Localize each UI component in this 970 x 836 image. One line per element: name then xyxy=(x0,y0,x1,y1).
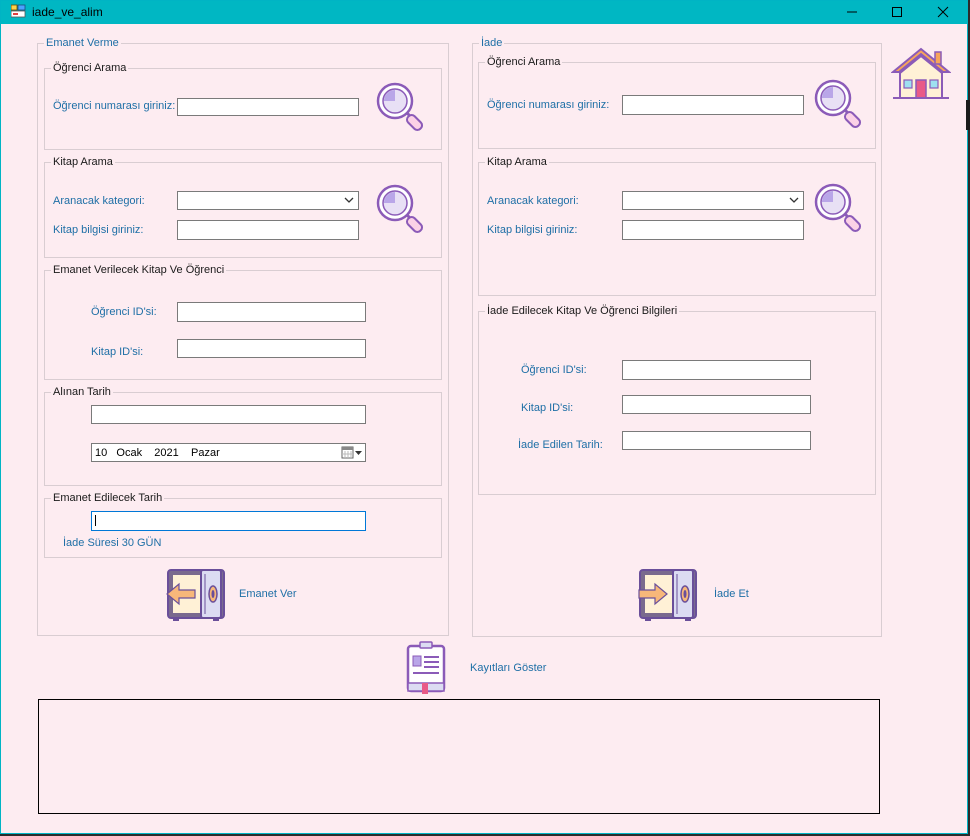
records-grid[interactable] xyxy=(38,699,880,814)
emanet-kitap-bilgi-input[interactable] xyxy=(177,220,359,240)
emanet-kitap-bilgi-label: Kitap bilgisi giriniz: xyxy=(53,224,144,236)
background-window-edge xyxy=(966,100,970,130)
emanet-ogrenci-id-input[interactable] xyxy=(177,302,366,322)
home-icon xyxy=(890,47,952,99)
emanet-ogrenci-id-label: Öğrenci ID'si: xyxy=(91,306,157,318)
chevron-down-icon xyxy=(344,197,354,203)
iade-ogrenci-id-input[interactable] xyxy=(622,360,811,380)
iade-kitap-arama-title: Kitap Arama xyxy=(485,156,549,169)
kayitlar-goster-button[interactable] xyxy=(405,641,447,697)
iade-edilen-tarih-label: İade Edilen Tarih: xyxy=(518,439,603,451)
alinan-tarih-datepicker[interactable]: 10 Ocak 2021 Pazar xyxy=(91,443,366,462)
iade-et-button[interactable] xyxy=(637,568,699,625)
emanet-kitap-id-label: Kitap ID'si: xyxy=(91,346,144,358)
maximize-icon xyxy=(892,7,902,17)
iade-kitap-id-input[interactable] xyxy=(622,395,811,414)
title-bar[interactable]: iade_ve_alim xyxy=(1,1,967,24)
home-button[interactable] xyxy=(890,46,952,105)
magnifier-icon xyxy=(814,183,862,233)
alinan-tarih-title: Alınan Tarih xyxy=(51,386,113,399)
iade-bilgiler-title: İade Edilecek Kitap Ve Öğrenci Bilgileri xyxy=(485,305,680,318)
emanet-ogrenci-arama-title: Öğrenci Arama xyxy=(51,62,129,75)
magnifier-icon xyxy=(376,184,424,234)
close-button[interactable] xyxy=(920,1,966,24)
minimize-icon xyxy=(847,11,857,13)
magnifier-icon xyxy=(376,82,424,132)
emanet-verilecek-title: Emanet Verilecek Kitap Ve Öğrenci xyxy=(51,264,227,277)
datepicker-value: 10 Ocak 2021 Pazar xyxy=(95,447,220,459)
emanet-verilecek-group: Emanet Verilecek Kitap Ve Öğrenci xyxy=(44,264,442,380)
iade-kategori-select[interactable] xyxy=(622,191,804,210)
safe-arrow-right-icon xyxy=(638,569,697,621)
iade-edilen-tarih-input[interactable] xyxy=(622,431,811,450)
emanet-ogrenci-no-label: Öğrenci numarası giriniz: xyxy=(53,100,176,112)
iade-ogrenci-search-button[interactable] xyxy=(813,78,865,136)
kayitlar-goster-label[interactable]: Kayıtları Göster xyxy=(470,662,546,674)
iade-ogrenci-arama-title: Öğrenci Arama xyxy=(485,56,563,69)
emanet-ver-button[interactable] xyxy=(165,568,227,625)
iade-ogrenci-id-label: Öğrenci ID'si: xyxy=(521,364,587,376)
safe-arrow-left-icon xyxy=(166,569,225,621)
emanet-ogrenci-no-input[interactable] xyxy=(177,98,359,116)
iade-et-label[interactable]: İade Et xyxy=(714,588,749,600)
alinan-tarih-input[interactable] xyxy=(91,405,366,424)
text-caret xyxy=(95,515,96,526)
emanet-edilecek-tarih-title: Emanet Edilecek Tarih xyxy=(51,492,165,505)
iade-kitap-search-button[interactable] xyxy=(813,182,865,240)
emanet-edilecek-tarih-input[interactable] xyxy=(91,511,366,531)
iade-kitap-id-label: Kitap ID'si: xyxy=(521,402,574,414)
iade-ogrenci-no-input[interactable] xyxy=(622,95,804,115)
iade-title: İade xyxy=(479,37,505,50)
emanet-ogrenci-search-button[interactable] xyxy=(375,81,427,139)
iade-ogrenci-no-label: Öğrenci numarası giriniz: xyxy=(487,99,610,111)
main-window: iade_ve_alim Emanet Verme Öğrenci Arama … xyxy=(0,0,968,834)
magnifier-icon xyxy=(814,79,862,129)
emanet-kategori-label: Aranacak kategori: xyxy=(53,195,145,207)
calendar-dropdown-icon[interactable] xyxy=(341,446,363,459)
emanet-kitap-arama-title: Kitap Arama xyxy=(51,156,115,169)
emanet-ver-label[interactable]: Emanet Ver xyxy=(239,588,296,600)
emanet-kitap-search-button[interactable] xyxy=(375,183,427,241)
iade-kitap-bilgi-input[interactable] xyxy=(622,220,804,240)
emanet-verme-title: Emanet Verme xyxy=(44,37,121,50)
iade-kategori-label: Aranacak kategori: xyxy=(487,195,579,207)
emanet-kategori-select[interactable] xyxy=(177,191,359,210)
minimize-button[interactable] xyxy=(829,1,875,24)
chevron-down-icon xyxy=(789,197,799,203)
iade-kitap-bilgi-label: Kitap bilgisi giriniz: xyxy=(487,224,578,236)
app-icon xyxy=(10,4,26,21)
emanet-kitap-id-input[interactable] xyxy=(177,339,366,358)
maximize-button[interactable] xyxy=(874,1,920,24)
close-icon xyxy=(937,6,949,18)
clipboard-list-icon xyxy=(406,641,446,694)
window-title: iade_ve_alim xyxy=(32,5,103,19)
iade-suresi-note: İade Süresi 30 GÜN xyxy=(63,537,162,549)
